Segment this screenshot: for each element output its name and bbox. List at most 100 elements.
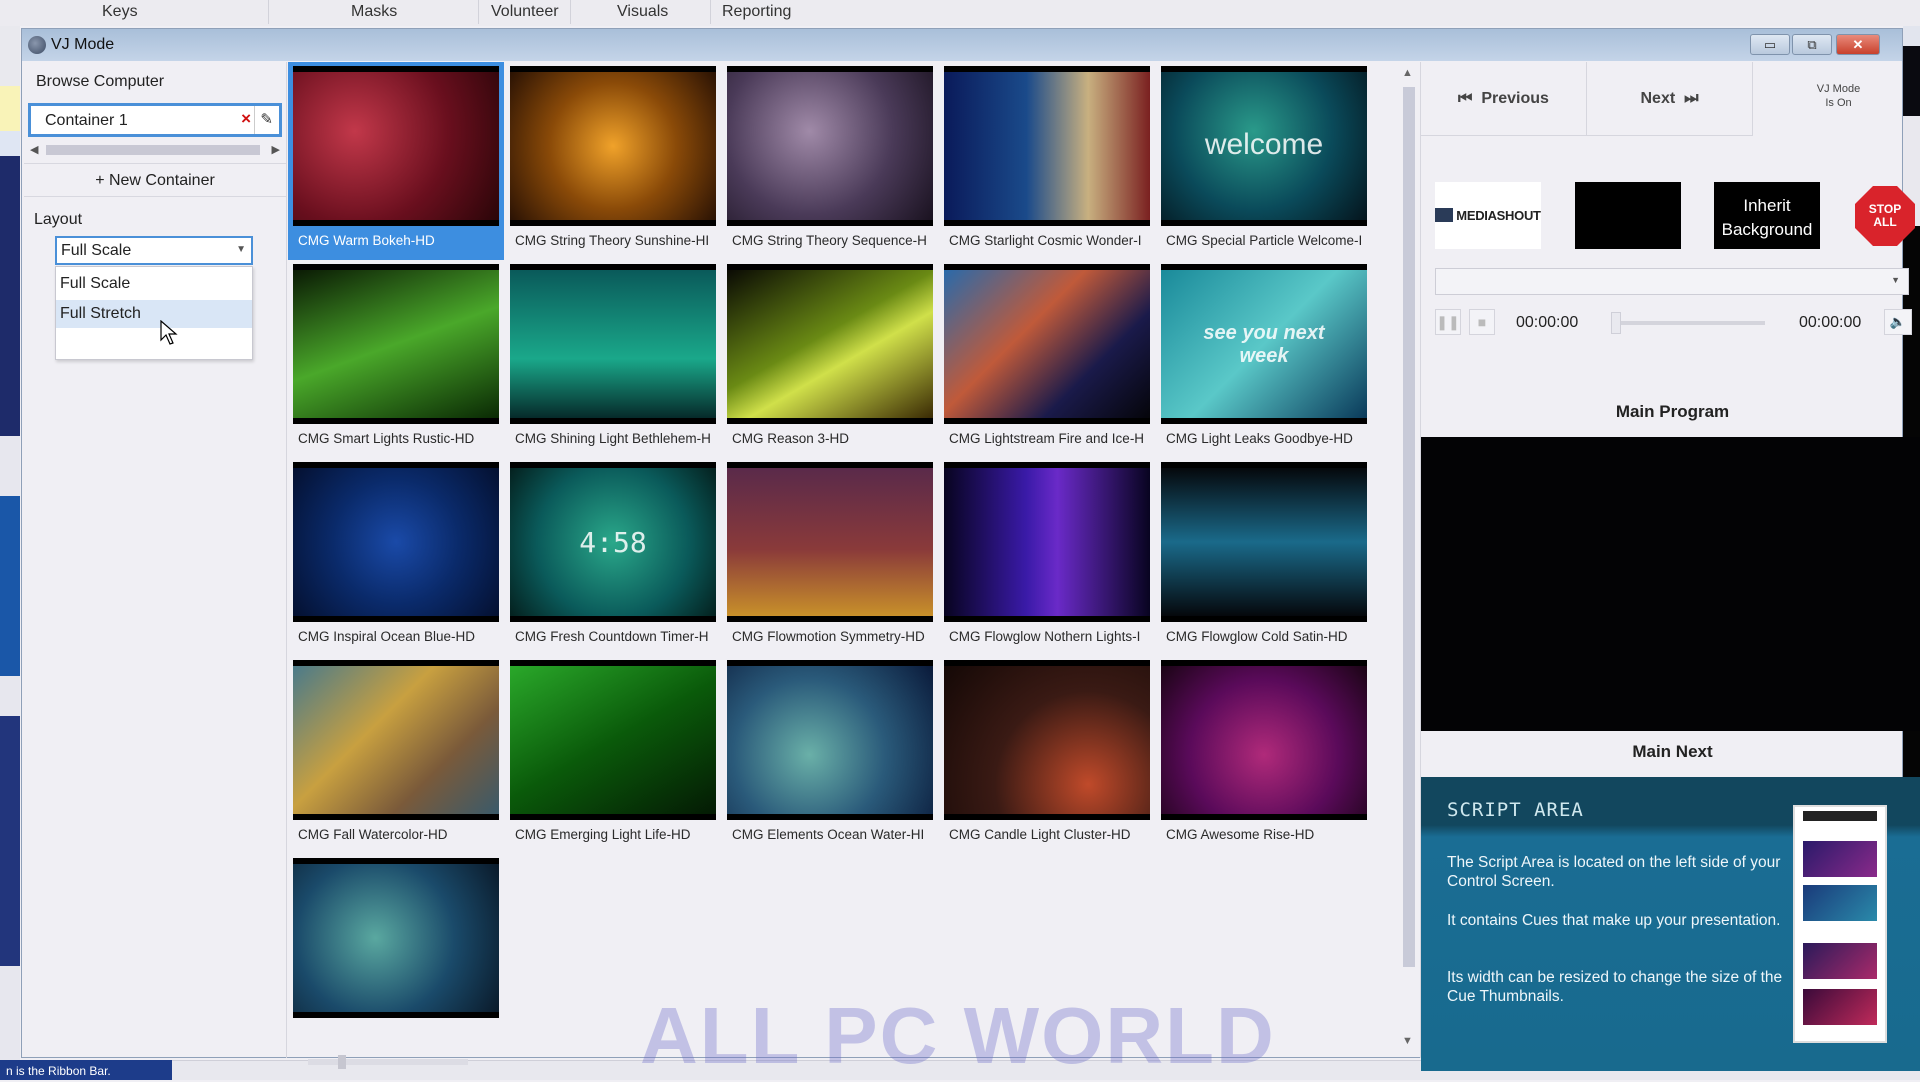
gallery-item[interactable]: 4:58 CMG Fresh Countdown Timer-H [505, 458, 721, 656]
gallery-item[interactable]: CMG Lightstream Fire and Ice-H [939, 260, 1155, 458]
gallery-item[interactable]: CMG Warm Bokeh-HD [288, 62, 504, 260]
gallery-item[interactable]: CMG Elements Ocean Water-HI [722, 656, 938, 854]
divider [254, 106, 255, 134]
gallery-item[interactable]: CMG Flowglow Cold Satin-HD [1156, 458, 1372, 656]
gallery-item[interactable]: CMG String Theory Sunshine-HI [505, 62, 721, 260]
scrollbar-thumb[interactable] [1403, 87, 1415, 967]
new-container-button[interactable]: + New Container [24, 163, 286, 197]
minimize-button[interactable]: ▭ [1750, 34, 1790, 55]
skip-next-icon: ⏭ [1684, 90, 1699, 107]
layout-dropdown[interactable]: Full Scale ▼ [55, 236, 253, 265]
browse-computer-link[interactable]: Browse Computer [36, 73, 164, 91]
gallery-item[interactable]: CMG Awesome Rise-HD [1156, 656, 1372, 854]
ribbon-divider [268, 0, 269, 24]
thumbnail-overlay-text: welcome [1204, 128, 1324, 161]
gallery-item[interactable]: CMG Reason 3-HD [722, 260, 938, 458]
gallery-item-caption: CMG Emerging Light Life-HD [515, 827, 691, 842]
seek-slider[interactable] [1613, 321, 1765, 325]
gallery-item[interactable]: CMG Flowmotion Symmetry-HD [722, 458, 938, 656]
container-name-field[interactable]: Container 1 × ✎ [28, 103, 282, 137]
gallery-item[interactable]: CMG String Theory Sequence-H [722, 62, 938, 260]
gallery-item[interactable]: CMG Shining Light Bethlehem-H [505, 260, 721, 458]
title-bar[interactable]: VJ Mode ▭ ⧉ ✕ [22, 29, 1902, 61]
inherit-background-line: Inherit [1743, 196, 1791, 215]
clear-icon[interactable]: × [241, 109, 251, 129]
gallery-item-caption: CMG Flowglow Cold Satin-HD [1166, 629, 1348, 644]
gallery-item-caption: CMG Special Particle Welcome-I [1166, 233, 1363, 248]
inherit-background-button[interactable]: Inherit Background [1714, 182, 1820, 249]
gallery-horizontal-scrollbar[interactable] [308, 1055, 468, 1069]
ribbon-tab-keys[interactable]: Keys [102, 3, 138, 21]
gallery-item[interactable]: welcome CMG Special Particle Welcome-I [1156, 62, 1372, 260]
gallery-item-caption: CMG Awesome Rise-HD [1166, 827, 1315, 842]
volume-button[interactable]: 🔈 [1884, 309, 1912, 335]
maximize-button[interactable]: ⧉ [1792, 34, 1832, 55]
gallery-item-caption: CMG Inspiral Ocean Blue-HD [298, 629, 476, 644]
vj-mode-status-button[interactable]: VJ Mode Is On [1753, 82, 1920, 110]
edit-pencil-icon[interactable]: ✎ [260, 110, 273, 128]
close-button[interactable]: ✕ [1836, 34, 1880, 55]
scrollbar-thumb[interactable] [46, 145, 260, 155]
scroll-right-arrow-icon[interactable]: ▶ [272, 143, 280, 156]
scroll-left-arrow-icon[interactable]: ◀ [30, 143, 38, 156]
ribbon-tab-reporting[interactable]: Reporting [722, 3, 791, 21]
gallery-item[interactable]: CMG Fall Watercolor-HD [288, 656, 504, 854]
gallery-item[interactable]: CMG Inspiral Ocean Blue-HD [288, 458, 504, 656]
video-thumbnail [944, 462, 1150, 622]
video-thumbnail [944, 264, 1150, 424]
container-scrollbar[interactable]: ◀ ▶ [28, 143, 282, 157]
gallery-item-caption: CMG Flowglow Nothern Lights-I [949, 629, 1141, 644]
black-screen-button[interactable] [1575, 182, 1681, 249]
gallery-item[interactable]: CMG Smart Lights Rustic-HD [288, 260, 504, 458]
main-program-preview [1421, 437, 1920, 731]
stop-button[interactable]: ■ [1469, 309, 1495, 335]
video-thumbnail [944, 66, 1150, 226]
gallery-item[interactable]: CMG Starlight Cosmic Wonder-I [939, 62, 1155, 260]
seek-slider-thumb[interactable] [1611, 312, 1621, 334]
ribbon-divider [478, 0, 479, 24]
gallery-item[interactable]: CMG Emerging Light Life-HD [505, 656, 721, 854]
layout-option-full-scale[interactable]: Full Scale [56, 270, 252, 298]
ribbon-tab-volunteer[interactable]: Volunteer [491, 3, 559, 21]
video-thumbnail [727, 462, 933, 622]
video-thumbnail: see you next week [1161, 264, 1367, 424]
gallery-item[interactable]: CMG Candle Light Cluster-HD [939, 656, 1155, 854]
mediashout-logo-icon [1435, 208, 1454, 222]
background-app-left-edge [0, 26, 20, 1080]
layout-dropdown-menu: Full Scale Full Stretch [55, 266, 253, 360]
ribbon-tab-masks[interactable]: Masks [351, 3, 397, 21]
chevron-down-icon: ▼ [1891, 275, 1900, 285]
vj-mode-status-line: Is On [1825, 97, 1852, 109]
total-time: 00:00:00 [1799, 314, 1862, 331]
video-thumbnail [727, 264, 933, 424]
gallery-vertical-scrollbar[interactable]: ▲ ▼ [1400, 67, 1416, 1047]
ribbon-tab-visuals[interactable]: Visuals [617, 3, 668, 21]
gallery-item[interactable]: see you next week CMG Light Leaks Goodbye… [1156, 260, 1372, 458]
scrollbar-thumb[interactable] [338, 1055, 346, 1069]
gallery-item-caption: CMG Elements Ocean Water-HI [732, 827, 925, 842]
scroll-down-arrow-icon[interactable]: ▼ [1402, 1035, 1413, 1047]
scroll-up-arrow-icon[interactable]: ▲ [1402, 67, 1413, 79]
media-source-dropdown[interactable]: ▼ [1435, 268, 1909, 295]
pause-button[interactable]: ❚❚ [1435, 309, 1461, 335]
video-thumbnail [727, 66, 933, 226]
speaker-icon: 🔈 [1889, 314, 1907, 329]
slide-title: SCRIPT AREA [1447, 799, 1584, 821]
vj-mode-status-line: VJ Mode [1816, 83, 1861, 95]
layout-selected-value: Full Scale [61, 242, 132, 259]
gallery-item[interactable]: CMG Flowglow Nothern Lights-I [939, 458, 1155, 656]
gallery-item-caption: CMG Light Leaks Goodbye-HD [1166, 431, 1353, 446]
skip-previous-icon: ⏮ [1458, 90, 1473, 107]
logo-background-button[interactable]: MEDIASHOUT 6 [1435, 182, 1541, 290]
video-thumbnail [510, 660, 716, 820]
main-next-label: Main Next [1632, 742, 1713, 761]
previous-button[interactable]: ⏮ Previous [1421, 62, 1587, 136]
gallery-item[interactable] [288, 854, 504, 1052]
video-thumbnail [727, 660, 933, 820]
next-button[interactable]: Next ⏭ [1587, 62, 1753, 136]
video-thumbnail [293, 660, 499, 820]
pause-icon: ❚❚ [1436, 314, 1460, 330]
gallery-item-caption: CMG Shining Light Bethlehem-H [515, 431, 711, 446]
layout-option-full-stretch[interactable]: Full Stretch [56, 300, 252, 328]
stop-all-button[interactable]: STOP ALL [1855, 186, 1915, 246]
